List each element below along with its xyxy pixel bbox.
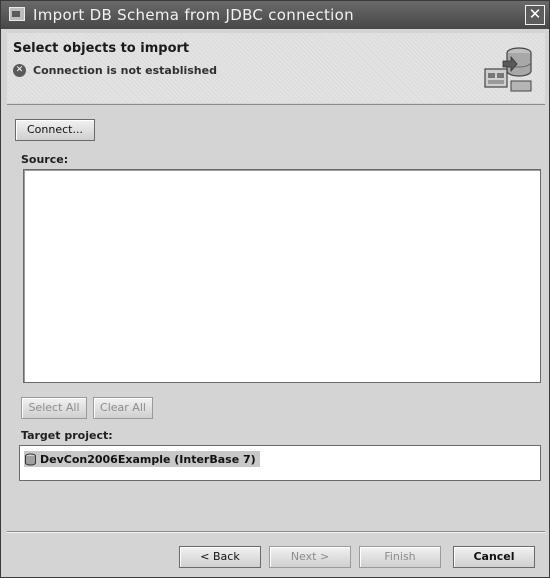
error-icon: ✕ xyxy=(13,63,26,77)
page-title: Select objects to import xyxy=(13,41,190,56)
project-item[interactable]: DevCon2006Example (InterBase 7) xyxy=(24,451,260,467)
dialog-app-icon xyxy=(9,7,25,21)
header-separator xyxy=(7,104,545,105)
clear-all-button[interactable]: Clear All xyxy=(93,397,153,419)
cancel-button[interactable]: Cancel xyxy=(453,546,535,568)
window-title: Import DB Schema from JDBC connection xyxy=(33,6,354,24)
status-message: Connection is not established xyxy=(33,63,217,77)
title-bar[interactable]: Import DB Schema from JDBC connection ✕ xyxy=(1,1,549,29)
import-db-schema-dialog: Import DB Schema from JDBC connection ✕ … xyxy=(0,0,550,578)
close-button[interactable]: ✕ xyxy=(525,5,545,25)
project-name: DevCon2006Example (InterBase 7) xyxy=(40,452,256,466)
select-all-button[interactable]: Select All xyxy=(21,397,87,419)
database-project-icon xyxy=(25,453,36,465)
finish-button[interactable]: Finish xyxy=(359,546,441,568)
next-button[interactable]: Next > xyxy=(269,546,351,568)
back-button[interactable]: < Back xyxy=(179,546,261,568)
connection-status: ✕ Connection is not established xyxy=(13,61,217,79)
source-objects-list[interactable] xyxy=(23,169,541,383)
wizard-header-banner: Select objects to import ✕ Connection is… xyxy=(7,33,545,103)
connect-button[interactable]: Connect... xyxy=(15,119,95,141)
source-label: Source: xyxy=(21,153,69,166)
database-import-icon xyxy=(484,47,532,92)
target-project-label: Target project: xyxy=(21,429,113,442)
target-project-list[interactable]: DevCon2006Example (InterBase 7) xyxy=(19,445,541,481)
footer-separator xyxy=(7,531,545,532)
